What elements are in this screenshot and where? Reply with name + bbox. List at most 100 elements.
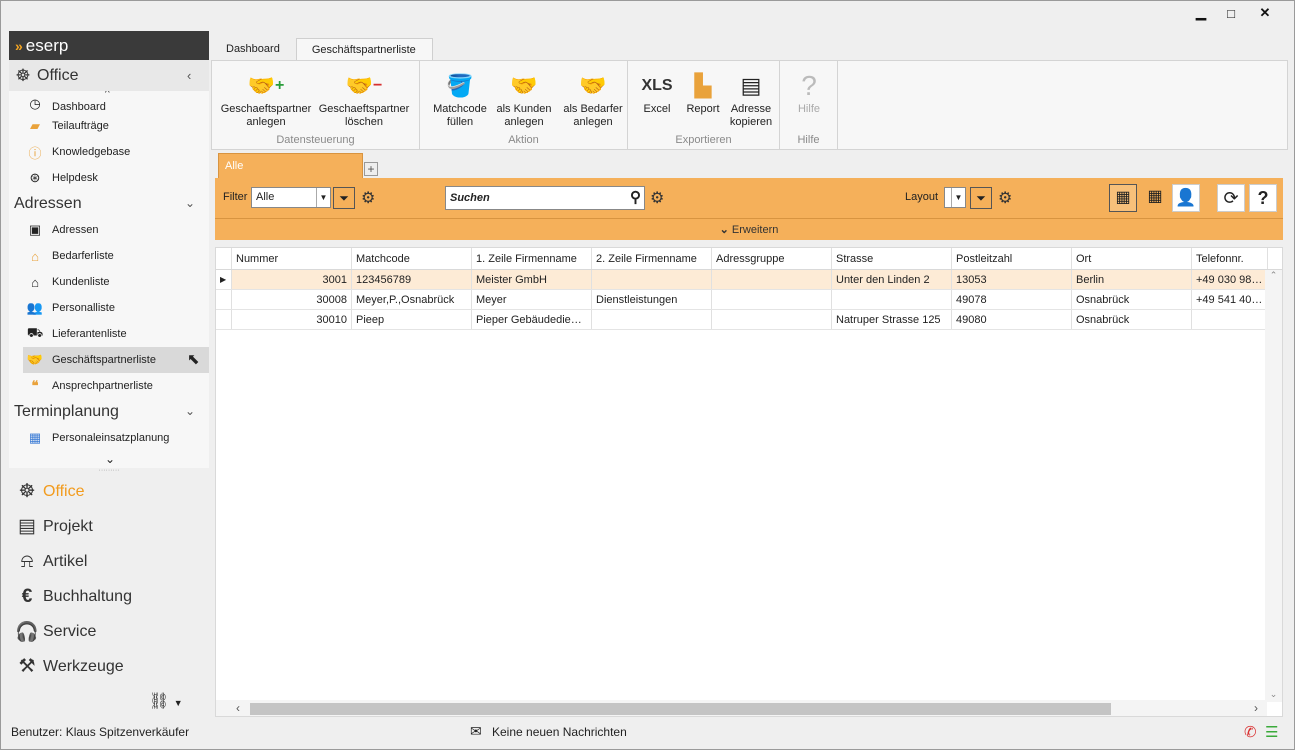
column-header[interactable]: Postleitzahl <box>952 248 1072 269</box>
hilfe-button[interactable]: ? Hilfe <box>784 67 834 116</box>
nav-section-adressen[interactable]: Adressen ⌄ <box>9 191 209 217</box>
maximize-button[interactable]: □ <box>1216 3 1246 23</box>
table-cell[interactable]: 49080 <box>952 310 1072 329</box>
search-input[interactable]: Suchen ⚲ <box>445 186 645 210</box>
scroll-up-icon[interactable]: ⌃ <box>1265 270 1282 281</box>
tab-geschaeftspartnerliste[interactable]: Geschäftspartnerliste <box>295 38 433 60</box>
table-cell[interactable] <box>712 290 832 309</box>
scroll-right-icon[interactable]: › <box>1254 701 1258 715</box>
subtab-alle[interactable]: Alle <box>218 153 363 178</box>
table-cell[interactable]: Pieper Gebäudedien… <box>472 310 592 329</box>
report-button[interactable]: ▙ Report <box>680 67 726 116</box>
filter-select[interactable]: Alle ▼ <box>251 187 331 208</box>
nav-item-knowledgebase[interactable]: ⓘ Knowledgebase <box>9 139 209 165</box>
module-projekt[interactable]: ▤ Projekt <box>9 509 209 544</box>
module-artikel[interactable]: ⍾ Artikel <box>9 544 209 579</box>
scroll-down-icon[interactable]: ⌄ <box>105 452 115 466</box>
chevron-down-icon[interactable]: ⌄ <box>185 404 195 418</box>
search-settings-icon[interactable]: ⚙ <box>650 188 664 208</box>
buildings-filter-button[interactable]: ▦ <box>1141 184 1169 212</box>
table-cell[interactable]: 123456789 <box>352 270 472 289</box>
table-cell[interactable]: Natruper Strasse 125 <box>832 310 952 329</box>
matchcode-fuellen-button[interactable]: 🪣 Matchcode füllen <box>428 67 492 129</box>
table-cell[interactable] <box>712 270 832 289</box>
module-werkzeuge[interactable]: ⚒ Werkzeuge <box>9 649 209 684</box>
table-cell[interactable]: +49 541 4042 1 <box>1192 290 1268 309</box>
person-button[interactable]: 👤 <box>1172 184 1200 212</box>
filter-settings-icon[interactable]: ⚙ <box>361 188 375 208</box>
nav-item-teilauftraege[interactable]: ▰ Teilaufträge <box>9 113 209 139</box>
module-buchhaltung[interactable]: € Buchhaltung <box>9 579 209 614</box>
refresh-button[interactable]: ⟳ <box>1217 184 1245 212</box>
module-office[interactable]: ☸ Office <box>9 474 209 509</box>
layout-select[interactable]: ▼ <box>944 187 966 208</box>
nav-item-adressen[interactable]: ▣ Adressen <box>9 217 209 243</box>
module-config-button[interactable]: ⛓ ▼ <box>149 691 183 711</box>
scroll-thumb[interactable] <box>250 703 1111 715</box>
table-cell[interactable] <box>592 310 712 329</box>
table-cell[interactable] <box>712 310 832 329</box>
table-cell[interactable]: Berlin <box>1072 270 1192 289</box>
chevron-down-icon[interactable]: ⌄ <box>185 196 195 210</box>
search-icon[interactable]: ⚲ <box>630 188 641 206</box>
als-bedarfer-anlegen-button[interactable]: 🤝 als Bedarfer anlegen <box>558 67 628 129</box>
table-cell[interactable]: +49 030 98146 <box>1192 270 1268 289</box>
table-cell[interactable] <box>1192 310 1268 329</box>
collapse-chevron-icon[interactable]: ‹ <box>187 68 191 83</box>
nav-item-dashboard[interactable]: ◷ Dashboard <box>9 91 209 113</box>
expand-bar[interactable]: ⌄ Erweitern <box>215 218 1283 240</box>
horizontal-scrollbar[interactable]: ‹ › <box>216 700 1267 716</box>
nav-item-geschaeftspartnerliste[interactable]: 🤝 Geschäftspartnerliste ⬉ <box>23 347 209 373</box>
nav-section-terminplanung[interactable]: Terminplanung ⌄ <box>9 399 209 425</box>
column-header[interactable]: Strasse <box>832 248 952 269</box>
nav-item-lieferantenliste[interactable]: ⛟ Lieferantenliste <box>9 321 209 347</box>
layout-funnel-button[interactable]: ⏷ <box>970 187 992 209</box>
column-header[interactable]: Nummer <box>232 248 352 269</box>
column-header[interactable]: Matchcode <box>352 248 472 269</box>
nav-item-personaleinsatzplanung[interactable]: ▦ Personaleinsatzplanung <box>9 425 209 451</box>
table-cell[interactable]: Meyer,P.,Osnabrück <box>352 290 472 309</box>
table-row[interactable]: ▶ 3001 123456789 Meister GmbH Unter den Lind… <box>216 270 1282 290</box>
als-kunden-anlegen-button[interactable]: 🤝 als Kunden anlegen <box>492 67 556 129</box>
current-row-indicator-icon[interactable]: ▶ <box>216 270 232 289</box>
table-cell[interactable]: 30008 <box>232 290 352 309</box>
add-tab-icon[interactable]: + <box>364 162 378 176</box>
nav-item-kundenliste[interactable]: ⌂ Kundenliste <box>9 269 209 295</box>
column-header[interactable]: Telefonnr. <box>1192 248 1268 269</box>
table-cell[interactable]: 3001 <box>232 270 352 289</box>
nav-group-header[interactable]: ☸ Office ‹ <box>9 60 209 91</box>
help-button[interactable]: ? <box>1249 184 1277 212</box>
table-cell[interactable]: Dienstleistungen <box>592 290 712 309</box>
nav-item-personalliste[interactable]: 👥 Personalliste <box>9 295 209 321</box>
messages-label[interactable]: Keine neuen Nachrichten <box>492 725 627 739</box>
table-cell[interactable]: 13053 <box>952 270 1072 289</box>
tab-dashboard[interactable]: Dashboard <box>211 38 296 60</box>
row-indicator[interactable] <box>216 310 232 329</box>
filter-funnel-button[interactable]: ⏷ <box>333 187 355 209</box>
table-row[interactable]: 30008 Meyer,P.,Osnabrück Meyer Dienstleistu… <box>216 290 1282 310</box>
row-indicator[interactable] <box>216 290 232 309</box>
phone-icon[interactable]: ✆ <box>1244 723 1257 741</box>
building-filter-button[interactable]: ▦ <box>1109 184 1137 212</box>
vertical-scrollbar[interactable]: ⌃ ⌄ <box>1265 270 1282 702</box>
column-header[interactable]: 2. Zeile Firmenname <box>592 248 712 269</box>
table-cell[interactable]: Osnabrück <box>1072 290 1192 309</box>
adresse-kopieren-button[interactable]: ▤ Adresse kopieren <box>726 67 776 129</box>
table-cell[interactable] <box>832 290 952 309</box>
table-cell[interactable]: 30010 <box>232 310 352 329</box>
minimize-button[interactable]: ▁ <box>1186 3 1216 23</box>
module-service[interactable]: 🎧 Service <box>9 614 209 649</box>
column-header[interactable]: Ort <box>1072 248 1192 269</box>
scroll-down-icon[interactable]: ⌄ <box>1265 689 1282 700</box>
nav-item-helpdesk[interactable]: ⊛ Helpdesk <box>9 165 209 191</box>
table-cell[interactable]: Meister GmbH <box>472 270 592 289</box>
excel-export-button[interactable]: XLS Excel <box>634 67 680 116</box>
table-cell[interactable]: 49078 <box>952 290 1072 309</box>
column-header[interactable]: Adressgruppe <box>712 248 832 269</box>
column-header[interactable]: 1. Zeile Firmenname <box>472 248 592 269</box>
table-row[interactable]: 30010 Pieep Pieper Gebäudedien… Natruper St… <box>216 310 1282 330</box>
geschaeftspartner-anlegen-button[interactable]: 🤝 + Geschaeftspartner anlegen <box>218 67 314 129</box>
close-button[interactable]: ✕ <box>1250 3 1280 23</box>
table-cell[interactable]: Pieep <box>352 310 472 329</box>
table-cell[interactable]: Meyer <box>472 290 592 309</box>
